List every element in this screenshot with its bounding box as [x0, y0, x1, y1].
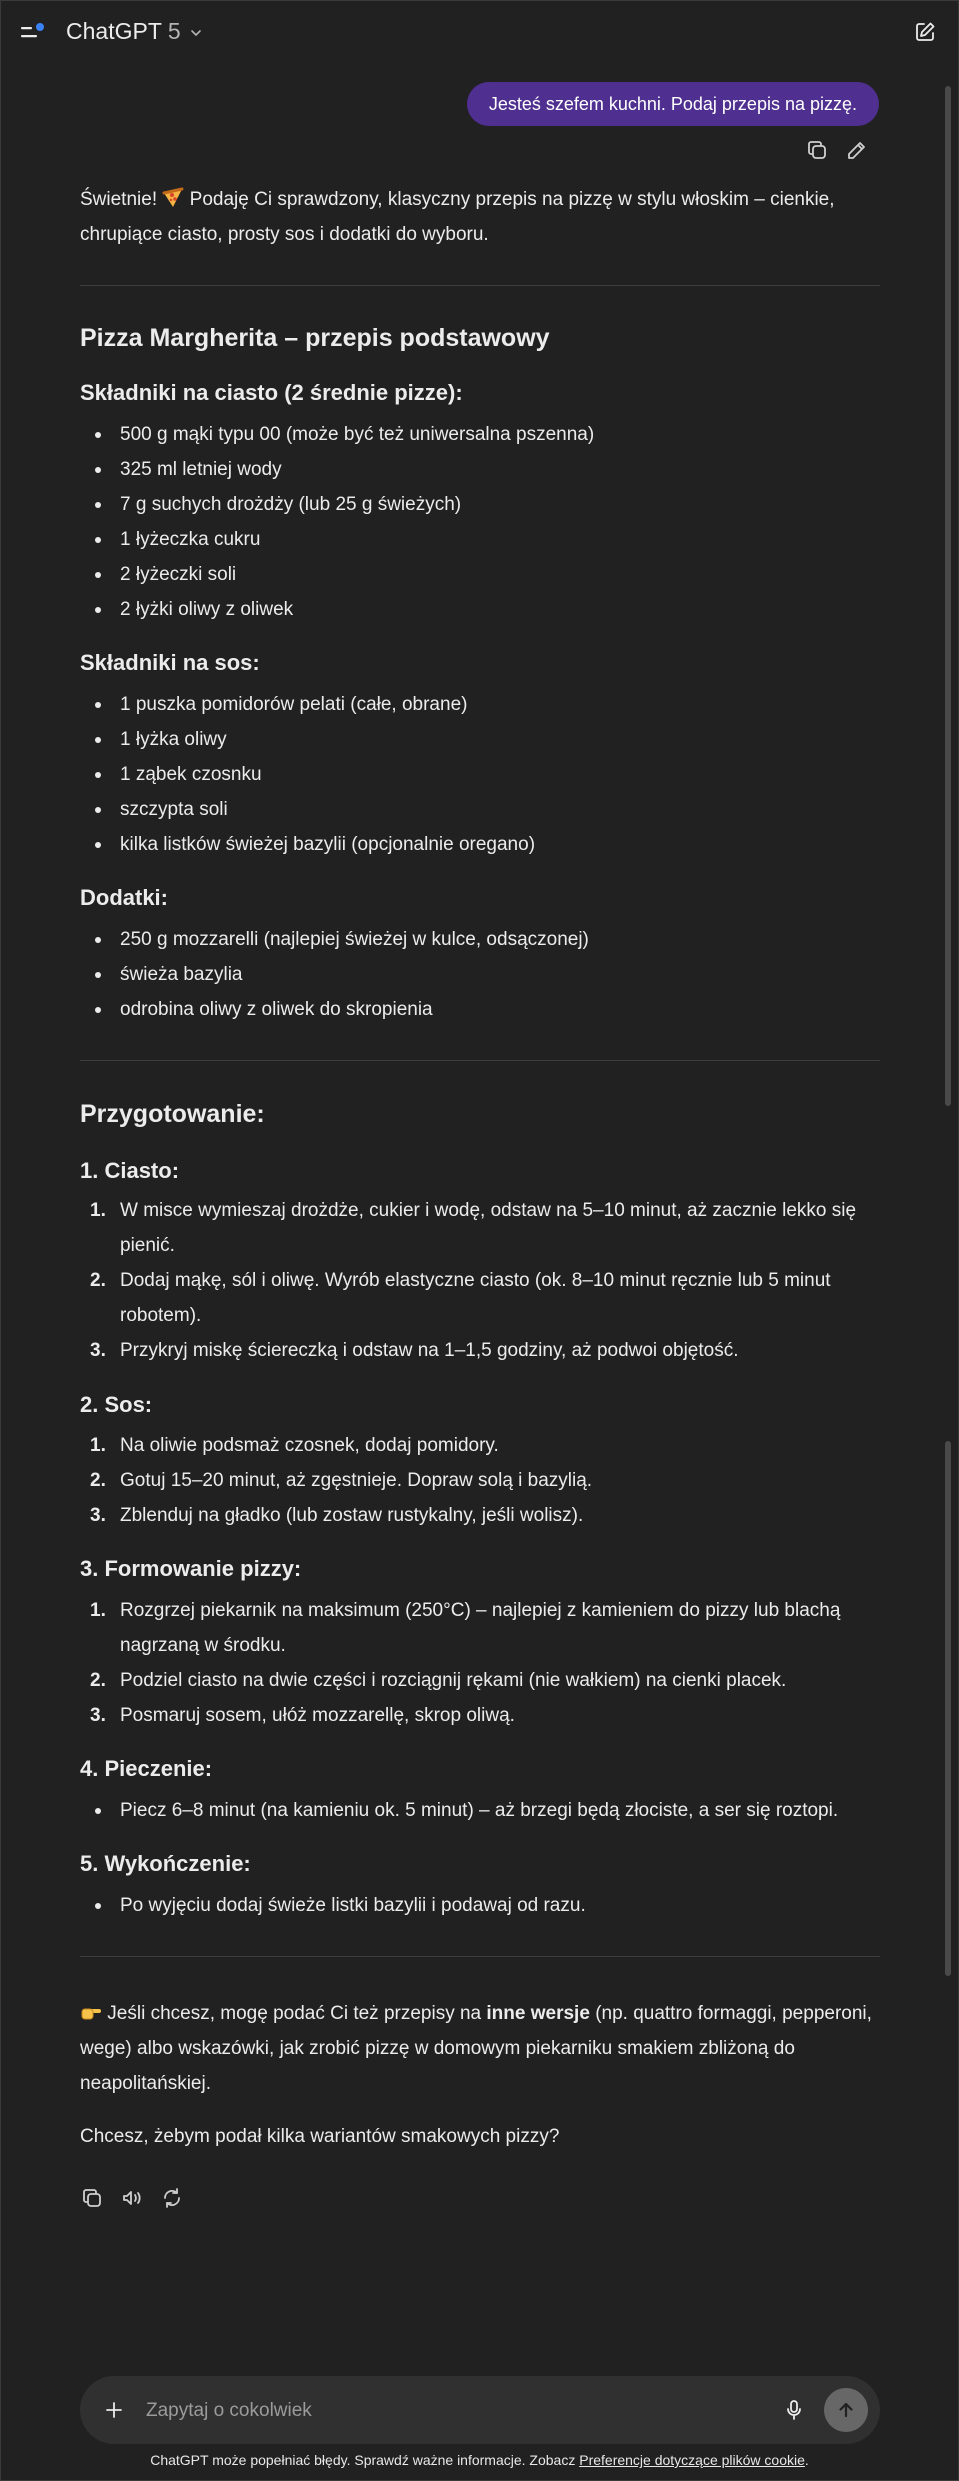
list-item: 2 łyżeczki soli — [80, 557, 880, 592]
copy-icon[interactable] — [80, 2186, 104, 2210]
send-button[interactable] — [824, 2388, 868, 2432]
divider — [80, 1956, 880, 1957]
section-heading-toppings: Dodatki: — [80, 885, 168, 910]
copy-icon[interactable] — [805, 138, 829, 162]
list-item: Piecz 6–8 minut (na kamieniu ok. 5 minut… — [80, 1793, 880, 1828]
list-item: 3. Zblenduj na gładko (lub zostaw rustyka… — [90, 1505, 584, 1526]
list-item: 3. Przykryj miskę ściereczką i odstaw na … — [90, 1340, 739, 1361]
list-item: 1 łyżeczka cukru — [80, 522, 880, 557]
step-heading-sauce: 2. Sos: — [80, 1392, 153, 1417]
answer-intro: Świetnie! Podaję Ci sprawdzony, klasyczn… — [80, 182, 880, 252]
pointing-hand-emoji-icon — [80, 2000, 102, 2022]
list-item: 325 ml letniej wody — [80, 452, 880, 487]
section-heading-dough: Składniki na ciasto (2 średnie pizze): — [80, 380, 463, 405]
microphone-icon[interactable] — [782, 2398, 806, 2422]
user-message-actions — [805, 138, 869, 162]
list-item: 1 łyżka oliwy — [80, 722, 880, 757]
answer-actions — [80, 2186, 184, 2210]
step-heading-shaping: 3. Formowanie pizzy: — [80, 1556, 302, 1581]
edit-square-icon[interactable] — [913, 20, 937, 44]
intro-text-start: Świetnie! — [80, 189, 158, 210]
dough-ingredients-list: 500 g mąki typu 00 (może być też uniwers… — [80, 417, 880, 627]
disclaimer-footer: ChatGPT może popełniać błędy. Sprawdź wa… — [0, 2452, 959, 2468]
model-version: 5 — [167, 18, 181, 44]
list-item: 1 puszka pomidorów pelati (całe, obrane) — [80, 687, 880, 722]
list-item: Po wyjęciu dodaj świeże listki bazylii i… — [80, 1888, 880, 1923]
speaker-icon[interactable] — [120, 2186, 144, 2210]
arrow-up-icon — [839, 2402, 853, 2418]
list-item: odrobina oliwy z oliwek do skropienia — [80, 992, 880, 1027]
list-item: 2 łyżki oliwy z oliwek — [80, 592, 880, 627]
scrollbar[interactable] — [943, 66, 955, 2436]
step-heading-dough: 1. Ciasto: — [80, 1158, 180, 1183]
offer-bold: inne wersje — [486, 2003, 590, 2024]
list-item: 7 g suchych drożdży (lub 25 g świeżych) — [80, 487, 880, 522]
recipe-title: Pizza Margherita – przepis podstawowy — [80, 324, 550, 352]
list-item: 2. Dodaj mąkę, sól i oliwę. Wyrób elastyc… — [90, 1270, 831, 1326]
brand-name: ChatGPT — [66, 18, 162, 44]
list-item: 2. Podziel ciasto na dwie części i rozcią… — [90, 1670, 787, 1691]
composer — [80, 2376, 880, 2446]
disclaimer-text: ChatGPT może popełniać błędy. Sprawdź wa… — [150, 2452, 576, 2468]
refresh-icon[interactable] — [160, 2186, 184, 2210]
step-heading-finishing: 5. Wykończenie: — [80, 1851, 251, 1876]
sauce-ingredients-list: 1 puszka pomidorów pelati (całe, obrane)… — [80, 687, 880, 862]
plus-icon[interactable] — [102, 2398, 126, 2422]
list-item: 3. Posmaruj sosem, ułóż mozzarellę, skrop… — [90, 1705, 515, 1726]
step3-list: 1. Rozgrzej piekarnik na maksimum (250°C)… — [80, 1593, 880, 1733]
toppings-list: 250 g mozzarelli (najlepiej świeżej w ku… — [80, 922, 880, 1027]
pencil-icon[interactable] — [845, 138, 869, 162]
list-item: szczypta soli — [80, 792, 880, 827]
list-item: 2. Gotuj 15–20 minut, aż zgęstnieje. Dopr… — [90, 1470, 593, 1491]
step1-list: 1. W misce wymieszaj drożdże, cukier i wo… — [80, 1193, 880, 1368]
chevron-down-icon — [190, 29, 201, 36]
sidebar-menu-icon[interactable] — [21, 22, 45, 42]
step4-list: Piecz 6–8 minut (na kamieniu ok. 5 minut… — [80, 1793, 880, 1828]
disclaimer-end: . — [804, 2452, 809, 2468]
preparation-heading: Przygotowanie: — [80, 1100, 265, 1128]
step2-list: 1. Na oliwie podsmaż czosnek, dodaj pomid… — [80, 1428, 880, 1533]
scrollbar-thumb-lower[interactable] — [945, 1441, 951, 1976]
cookie-preferences-link[interactable]: Preferencje dotyczące plików cookie — [579, 2452, 805, 2468]
model-selector[interactable]: ChatGPT 5 — [66, 18, 203, 45]
top-bar: ChatGPT 5 — [0, 0, 959, 66]
list-item: 1. Na oliwie podsmaż czosnek, dodaj pomid… — [90, 1435, 499, 1456]
offer-text-start: Jeśli chcesz, mogę podać Ci też przepisy… — [107, 2003, 482, 2024]
divider — [80, 1060, 880, 1061]
pizza-emoji-icon — [162, 186, 184, 208]
scrollbar-thumb-upper[interactable] — [945, 86, 951, 1106]
list-item: 1. W misce wymieszaj drożdże, cukier i wo… — [90, 1200, 857, 1256]
list-item: 1. Rozgrzej piekarnik na maksimum (250°C)… — [90, 1600, 841, 1656]
list-item: 250 g mozzarelli (najlepiej świeżej w ku… — [80, 922, 880, 957]
answer-question: Chcesz, żebym podał kilka wariantów smak… — [80, 2126, 560, 2147]
user-message-bubble: Jesteś szefem kuchni. Podaj przepis na p… — [466, 82, 879, 126]
section-heading-sauce: Składniki na sos: — [80, 650, 260, 675]
intro-text-end: Podaję Ci sprawdzony, klasyczny przepis … — [80, 189, 835, 245]
step-heading-baking: 4. Pieczenie: — [80, 1756, 213, 1781]
list-item: 500 g mąki typu 00 (może być też uniwers… — [80, 417, 880, 452]
divider — [80, 285, 880, 286]
answer-offer: Jeśli chcesz, mogę podać Ci też przepisy… — [80, 1996, 880, 2101]
step5-list: Po wyjęciu dodaj świeże listki bazylii i… — [80, 1888, 880, 1923]
list-item: kilka listków świeżej bazylii (opcjonaln… — [80, 827, 880, 862]
list-item: świeża bazylia — [80, 957, 880, 992]
list-item: 1 ząbek czosnku — [80, 757, 880, 792]
prompt-input[interactable] — [144, 2376, 708, 2446]
